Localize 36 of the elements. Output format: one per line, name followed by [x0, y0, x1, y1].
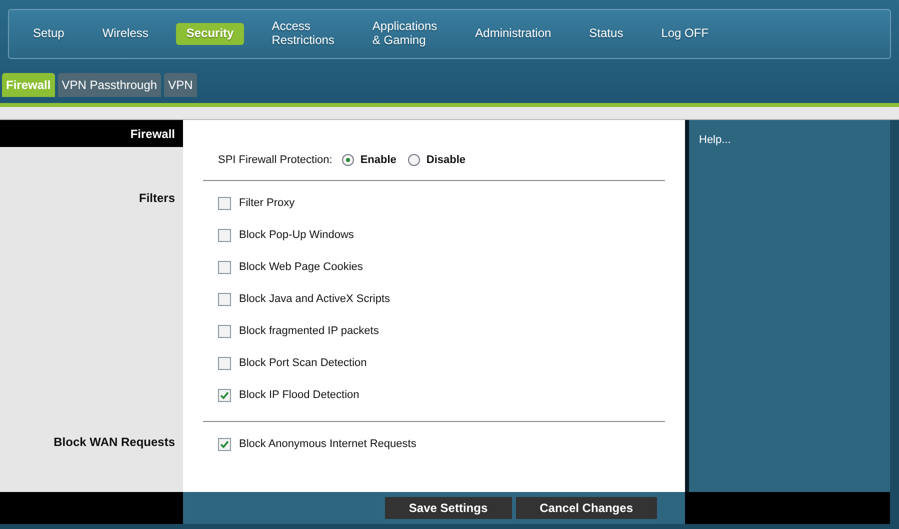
nav-tab[interactable]: Setup [23, 23, 74, 45]
checkbox-label: Block Port Scan Detection [239, 357, 367, 369]
radio-button[interactable] [342, 154, 354, 166]
help-text: Help... [699, 134, 731, 146]
checkbox[interactable] [218, 196, 231, 210]
checkbox[interactable] [218, 388, 231, 402]
action-button[interactable]: Cancel Changes [516, 497, 657, 519]
checkbox[interactable] [218, 324, 231, 338]
checkbox-label: Block IP Flood Detection [239, 389, 360, 401]
nav-tab[interactable]: Log OFF [651, 23, 719, 45]
checkbox-label: Block Pop-Up Windows [239, 229, 354, 241]
nav-tab[interactable]: Administration [465, 23, 562, 45]
checkbox-label: Block Java and ActiveX Scripts [239, 293, 390, 305]
checkbox-label: Filter Proxy [239, 197, 295, 209]
radio-label: Disable [426, 154, 466, 166]
checkbox[interactable] [218, 260, 231, 274]
nav-tab[interactable]: Applications & Gaming [362, 16, 448, 52]
checkbox-label: Block Anonymous Internet Requests [239, 438, 416, 450]
checkbox[interactable] [218, 438, 231, 450]
action-button[interactable]: Save Settings [384, 497, 512, 519]
radio-button[interactable] [408, 154, 420, 166]
radio-label: Enable [360, 154, 396, 166]
nav-tab[interactable]: Access Restrictions [262, 16, 344, 52]
sub-tab[interactable]: VPN Passthrough [58, 73, 162, 97]
nav-tab[interactable]: Wireless [92, 23, 158, 45]
checkbox[interactable] [218, 356, 231, 370]
section-header: Firewall [0, 120, 183, 147]
checkbox[interactable] [218, 228, 231, 242]
sub-tab[interactable]: VPN [164, 73, 197, 97]
spi-label: SPI Firewall Protection: [218, 154, 332, 166]
section-label: Filters [138, 191, 176, 205]
section-label: Block WAN Requests [52, 435, 176, 449]
nav-tab[interactable]: Status [579, 23, 634, 45]
checkbox[interactable] [218, 292, 231, 306]
checkbox-label: Block Web Page Cookies [239, 261, 363, 273]
checkbox-label: Block fragmented IP packets [239, 325, 379, 337]
